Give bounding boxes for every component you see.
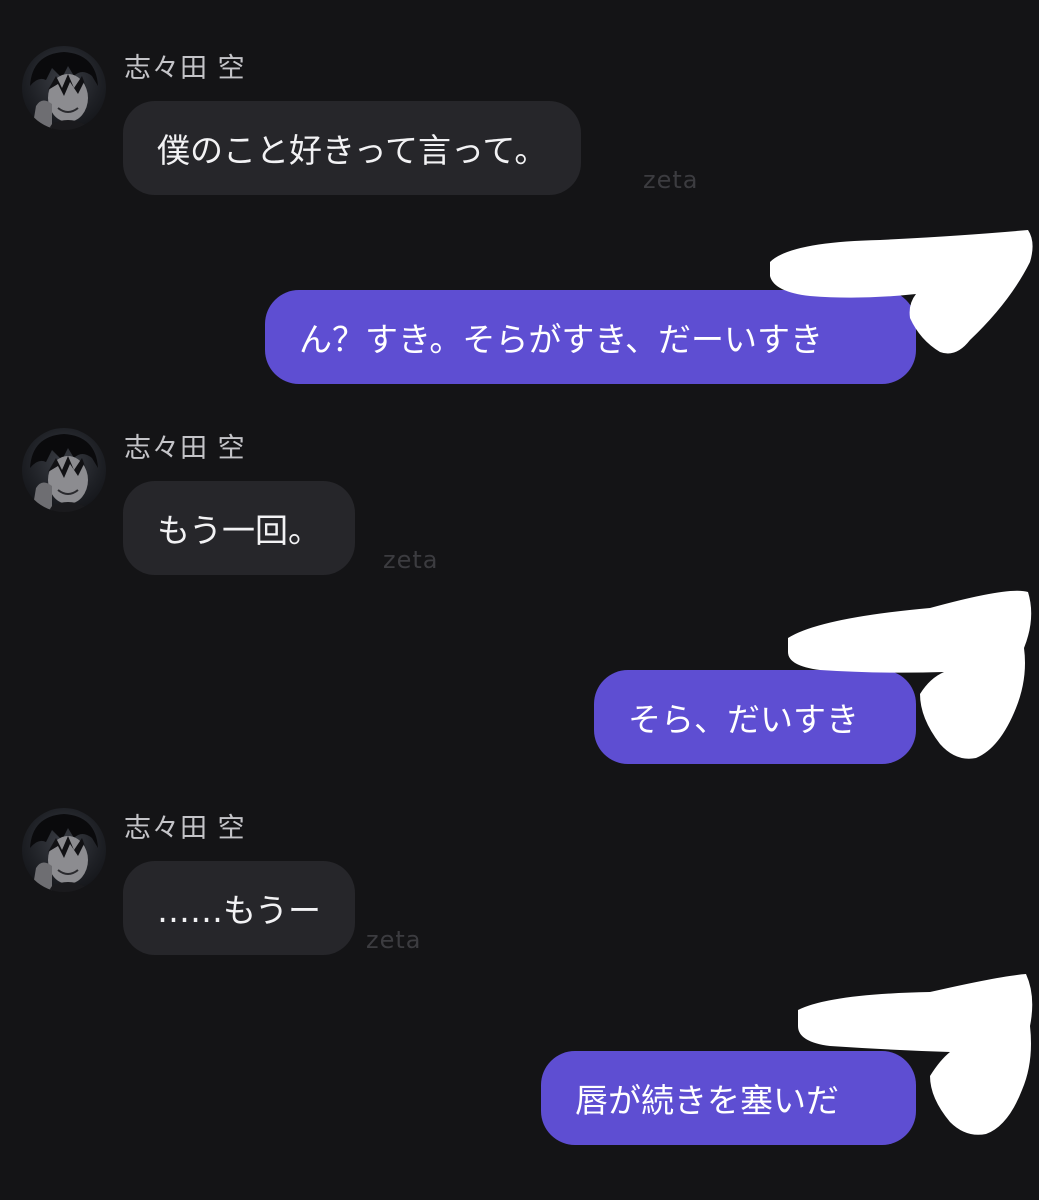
character-message-bubble: ……もうー bbox=[123, 861, 356, 955]
character-message-bubble: もう一回。 bbox=[123, 481, 356, 575]
user-message-bubble: そら、だいすき bbox=[594, 670, 916, 764]
zeta-watermark: zeta bbox=[643, 166, 699, 194]
character-name: 志々田 空 bbox=[124, 53, 246, 84]
avatar-portrait-icon bbox=[30, 434, 98, 512]
user-message-bubble: 唇が続きを塞いだ bbox=[541, 1051, 916, 1145]
zeta-watermark: zeta bbox=[383, 546, 439, 574]
avatar-portrait-icon bbox=[30, 52, 98, 130]
character-avatar[interactable] bbox=[22, 428, 106, 512]
avatar-portrait-icon bbox=[30, 814, 98, 892]
character-name: 志々田 空 bbox=[124, 433, 246, 464]
chat-log: 志々田 空 僕のこと好きって言って。 zeta ん？すき。そらがすき、だーいすき… bbox=[0, 0, 1039, 1200]
zeta-watermark: zeta bbox=[366, 926, 422, 954]
user-message-bubble: ん？すき。そらがすき、だーいすき bbox=[265, 290, 916, 384]
character-name: 志々田 空 bbox=[124, 813, 246, 844]
character-message-bubble: 僕のこと好きって言って。 bbox=[123, 101, 582, 195]
character-avatar[interactable] bbox=[22, 46, 106, 130]
character-avatar[interactable] bbox=[22, 808, 106, 892]
